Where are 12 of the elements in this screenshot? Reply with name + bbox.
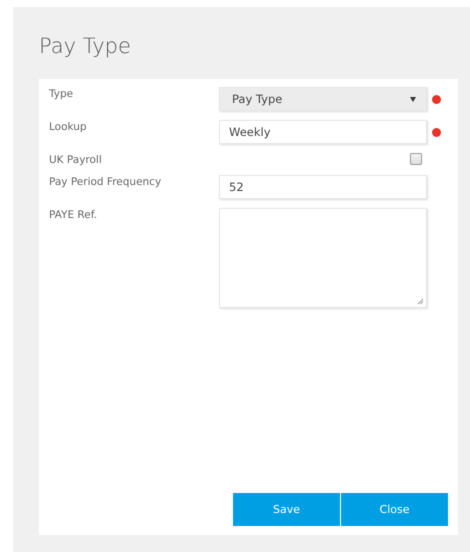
field-label: UK Payroll bbox=[49, 153, 103, 166]
dropdown-caret-icon bbox=[410, 96, 416, 102]
type-select[interactable]: Pay Type bbox=[219, 87, 427, 111]
field-label: Type bbox=[49, 87, 74, 100]
resize-grip-icon bbox=[417, 298, 424, 305]
text-field[interactable]: Weekly bbox=[219, 120, 427, 144]
field-label: Lookup bbox=[49, 120, 88, 133]
checkbox[interactable] bbox=[410, 153, 422, 165]
dialog-title: Pay Type bbox=[39, 33, 132, 59]
field-label: PAYE Ref. bbox=[49, 208, 98, 221]
field-label: Pay Period Frequency bbox=[49, 175, 162, 188]
text-field[interactable]: 52 bbox=[219, 175, 427, 199]
